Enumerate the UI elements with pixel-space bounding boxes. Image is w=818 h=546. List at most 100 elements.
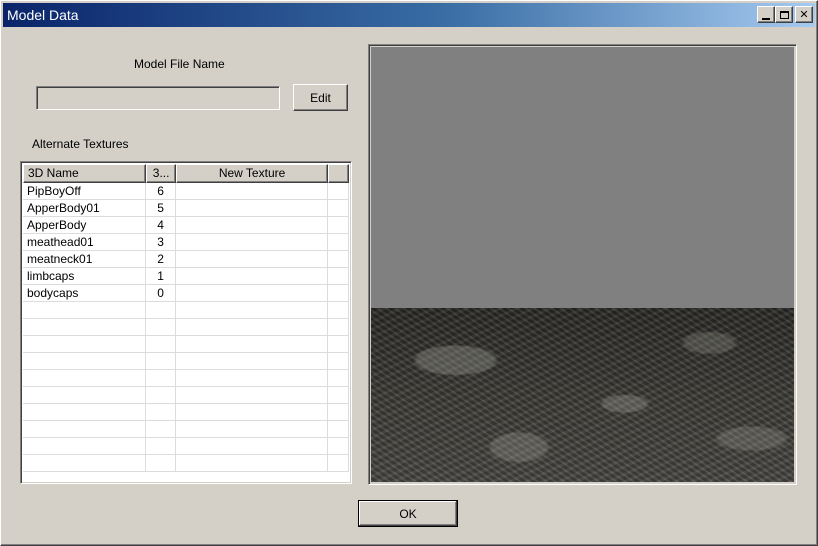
empty-cell xyxy=(146,455,177,471)
cell-extra xyxy=(328,183,350,199)
empty-cell xyxy=(146,387,177,403)
empty-row xyxy=(23,387,350,404)
maximize-button[interactable] xyxy=(775,6,793,23)
empty-cell xyxy=(146,438,177,454)
close-button[interactable]: ✕ xyxy=(795,6,813,23)
window-title: Model Data xyxy=(7,7,79,23)
empty-cell xyxy=(23,302,147,318)
cell-new-texture xyxy=(176,183,329,199)
cell-new-texture xyxy=(176,285,329,301)
cell-index: 1 xyxy=(146,268,177,284)
empty-cell xyxy=(328,387,350,403)
close-icon: ✕ xyxy=(799,8,809,21)
column-header-new-texture[interactable]: New Texture xyxy=(176,164,329,183)
empty-cell xyxy=(146,404,177,420)
empty-row xyxy=(23,438,350,455)
cell-extra xyxy=(328,200,350,216)
empty-row xyxy=(23,421,350,438)
cell-extra xyxy=(328,268,350,284)
empty-cell xyxy=(146,370,177,386)
empty-row xyxy=(23,404,350,421)
preview-background xyxy=(371,47,794,308)
cell-3d-name: ApperBody01 xyxy=(23,200,147,216)
empty-row xyxy=(23,455,350,472)
empty-cell xyxy=(176,370,329,386)
empty-cell xyxy=(176,302,329,318)
empty-cell xyxy=(146,421,177,437)
title-bar[interactable]: Model Data ✕ xyxy=(3,3,815,27)
empty-cell xyxy=(23,336,147,352)
empty-cell xyxy=(328,455,350,471)
empty-cell xyxy=(176,319,329,335)
alternate-textures-label: Alternate Textures xyxy=(32,137,129,151)
cell-new-texture xyxy=(176,217,329,233)
cell-index: 6 xyxy=(146,183,177,199)
model-preview-viewport[interactable] xyxy=(368,44,797,485)
cell-3d-name: meatneck01 xyxy=(23,251,147,267)
cell-3d-name: ApperBody xyxy=(23,217,147,233)
empty-cell xyxy=(146,319,177,335)
empty-cell xyxy=(328,353,350,369)
cell-3d-name: PipBoyOff xyxy=(23,183,147,199)
empty-cell xyxy=(23,438,147,454)
ok-button[interactable]: OK xyxy=(358,500,458,527)
column-header-index[interactable]: 3... xyxy=(146,164,177,183)
empty-cell xyxy=(328,421,350,437)
empty-row xyxy=(23,336,350,353)
empty-cell xyxy=(176,438,329,454)
empty-cell xyxy=(328,319,350,335)
empty-row xyxy=(23,353,350,370)
column-header-extra[interactable] xyxy=(328,164,349,183)
minimize-button[interactable] xyxy=(757,6,775,23)
empty-row xyxy=(23,319,350,336)
empty-cell xyxy=(176,353,329,369)
cell-new-texture xyxy=(176,268,329,284)
empty-cell xyxy=(328,370,350,386)
empty-cell xyxy=(23,387,147,403)
title-buttons: ✕ xyxy=(757,6,813,23)
empty-row xyxy=(23,302,350,319)
empty-cell xyxy=(328,404,350,420)
cell-index: 0 xyxy=(146,285,177,301)
empty-row xyxy=(23,370,350,387)
empty-cell xyxy=(146,353,177,369)
cell-index: 5 xyxy=(146,200,177,216)
cell-extra xyxy=(328,217,350,233)
empty-cell xyxy=(23,455,147,471)
table-row[interactable]: meatneck01 2 xyxy=(23,251,350,268)
list-body: PipBoyOff 6 ApperBody01 5 ApperBody 4 meathead… xyxy=(23,183,350,481)
minimize-icon xyxy=(762,17,770,20)
table-row[interactable]: meathead01 3 xyxy=(23,234,350,251)
empty-cell xyxy=(176,455,329,471)
empty-cell xyxy=(23,421,147,437)
cell-new-texture xyxy=(176,200,329,216)
table-row[interactable]: bodycaps 0 xyxy=(23,285,350,302)
empty-cell xyxy=(23,353,147,369)
cell-3d-name: bodycaps xyxy=(23,285,147,301)
cell-index: 4 xyxy=(146,217,177,233)
column-header-3d-name[interactable]: 3D Name xyxy=(23,164,147,183)
cell-index: 2 xyxy=(146,251,177,267)
empty-cell xyxy=(176,421,329,437)
table-row[interactable]: limbcaps 1 xyxy=(23,268,350,285)
model-data-window: Model Data ✕ Model File Name Edit Altern… xyxy=(0,0,818,546)
cell-3d-name: meathead01 xyxy=(23,234,147,250)
edit-button[interactable]: Edit xyxy=(293,84,348,111)
empty-cell xyxy=(176,404,329,420)
empty-cell xyxy=(328,336,350,352)
maximize-icon xyxy=(779,10,789,19)
cell-extra xyxy=(328,285,350,301)
cell-3d-name: limbcaps xyxy=(23,268,147,284)
empty-cell xyxy=(176,387,329,403)
table-row[interactable]: PipBoyOff 6 xyxy=(23,183,350,200)
preview-ground-plane xyxy=(371,308,794,482)
alternate-textures-list[interactable]: 3D Name 3... New Texture PipBoyOff 6 Apper… xyxy=(20,161,352,484)
table-row[interactable]: ApperBody 4 xyxy=(23,217,350,234)
table-row[interactable]: ApperBody01 5 xyxy=(23,200,350,217)
empty-cell xyxy=(176,336,329,352)
cell-new-texture xyxy=(176,251,329,267)
empty-cell xyxy=(23,370,147,386)
list-header: 3D Name 3... New Texture xyxy=(23,164,349,183)
model-file-name-input[interactable] xyxy=(36,86,280,110)
cell-extra xyxy=(328,234,350,250)
